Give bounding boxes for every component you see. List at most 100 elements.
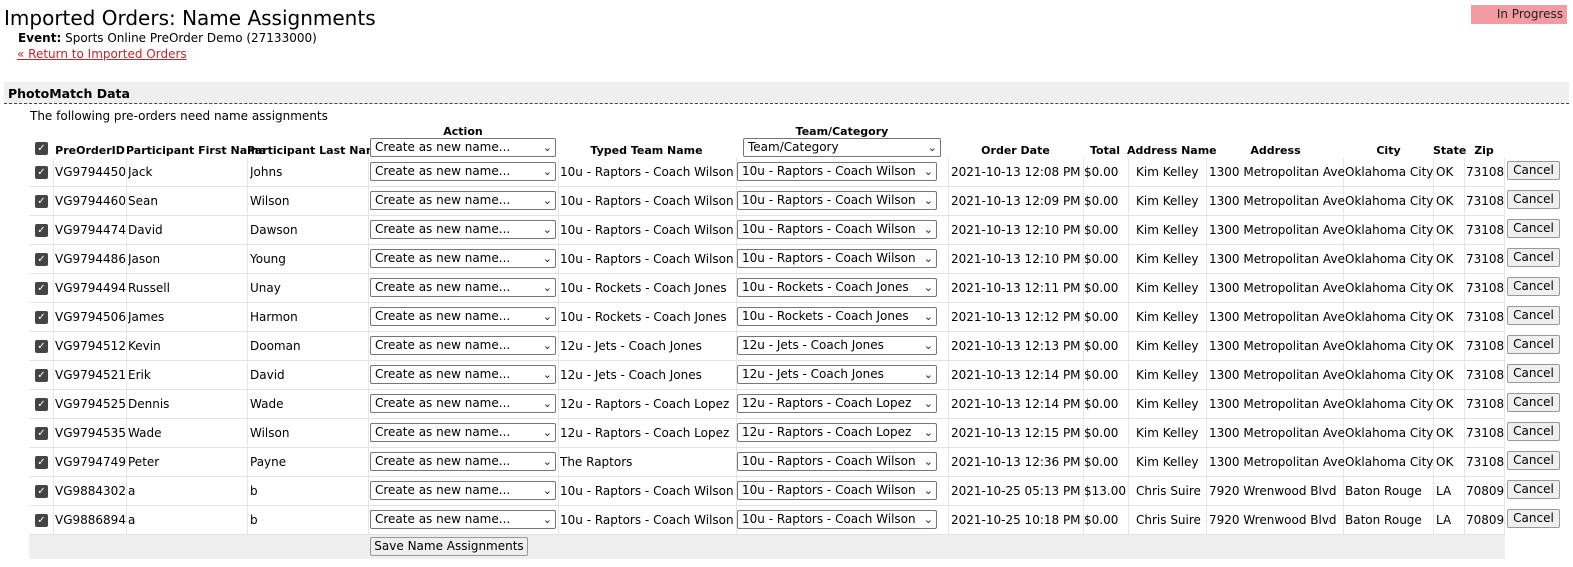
checkmark-icon: ✓ [37, 143, 46, 154]
typed-team-name: 10u - Raptors - Coach Wilson [560, 165, 734, 179]
action-select[interactable]: Create as new name... ⌄ [370, 162, 556, 181]
action-select-value: Create as new name... [375, 512, 511, 526]
action-select[interactable]: Create as new name... ⌄ [370, 307, 556, 326]
action-select-value: Create as new name... [375, 454, 511, 468]
row-checkbox[interactable]: ✓ [35, 427, 48, 440]
first-name: Russell [128, 281, 170, 295]
zip: 73108 [1466, 165, 1504, 179]
action-select[interactable]: Create as new name... ⌄ [370, 336, 556, 355]
action-select[interactable]: Create as new name... ⌄ [370, 481, 556, 500]
last-name: Johns [250, 165, 283, 179]
cancel-button[interactable]: Cancel [1507, 480, 1560, 499]
team-category-select[interactable]: 10u - Rockets - Coach Jones ⌄ [737, 278, 937, 297]
column-divider [558, 477, 559, 505]
table-row: ✓ VG9794494 Russell Unay 10u - Rockets - Coa… [29, 274, 1505, 303]
action-select[interactable]: Create as new name... ⌄ [370, 365, 556, 384]
cancel-button[interactable]: Cancel [1507, 422, 1560, 441]
action-select[interactable]: Create as new name... ⌄ [370, 249, 556, 268]
column-divider [1504, 390, 1505, 418]
city: Baton Rouge [1345, 484, 1422, 498]
team-category-select[interactable]: 12u - Raptors - Coach Lopez ⌄ [737, 394, 937, 413]
team-category-select[interactable]: 10u - Raptors - Coach Wilson ⌄ [737, 220, 937, 239]
checkmark-icon: ✓ [37, 457, 46, 468]
team-category-select[interactable]: 10u - Raptors - Coach Wilson ⌄ [737, 481, 937, 500]
column-divider [368, 216, 369, 244]
row-checkbox[interactable]: ✓ [35, 253, 48, 266]
return-to-imported-orders-link[interactable]: « Return to Imported Orders [17, 47, 187, 61]
team-category-select-value: 12u - Jets - Coach Jones [742, 338, 884, 352]
address-name: Kim Kelley [1136, 426, 1199, 440]
team-category-select[interactable]: 10u - Raptors - Coach Wilson ⌄ [737, 510, 937, 529]
row-checkbox[interactable]: ✓ [35, 311, 48, 324]
column-divider [948, 361, 949, 389]
row-checkbox[interactable]: ✓ [35, 456, 48, 469]
cancel-button[interactable]: Cancel [1507, 451, 1560, 470]
row-checkbox[interactable]: ✓ [35, 166, 48, 179]
cancel-button[interactable]: Cancel [1507, 190, 1560, 209]
column-divider [368, 303, 369, 331]
bulk-team-select[interactable]: Team/Category ⌄ [743, 138, 941, 157]
cancel-button[interactable]: Cancel [1507, 335, 1560, 354]
column-divider [1504, 448, 1505, 476]
team-category-select[interactable]: 12u - Raptors - Coach Lopez ⌄ [737, 423, 937, 442]
row-checkbox[interactable]: ✓ [35, 514, 48, 527]
team-category-select[interactable]: 10u - Raptors - Coach Wilson ⌄ [737, 249, 937, 268]
action-select[interactable]: Create as new name... ⌄ [370, 510, 556, 529]
team-category-select[interactable]: 10u - Raptors - Coach Wilson ⌄ [737, 452, 937, 471]
team-category-select-value: 10u - Raptors - Coach Wilson [742, 512, 916, 526]
team-category-select[interactable]: 12u - Jets - Coach Jones ⌄ [737, 365, 937, 384]
section-title: PhotoMatch Data [8, 86, 130, 101]
team-category-select[interactable]: 10u - Raptors - Coach Wilson ⌄ [737, 162, 937, 181]
cancel-button[interactable]: Cancel [1507, 161, 1560, 180]
row-checkbox[interactable]: ✓ [35, 282, 48, 295]
column-divider [558, 216, 559, 244]
save-name-assignments-button[interactable]: Save Name Assignments [370, 537, 528, 556]
column-divider [1128, 303, 1129, 331]
cancel-button[interactable]: Cancel [1507, 509, 1560, 528]
total: $0.00 [1084, 455, 1119, 469]
row-checkbox[interactable]: ✓ [35, 224, 48, 237]
team-category-select[interactable]: 10u - Rockets - Coach Jones ⌄ [737, 307, 937, 326]
zip: 73108 [1466, 194, 1504, 208]
checkmark-icon: ✓ [37, 283, 46, 294]
city: Oklahoma City [1345, 223, 1433, 237]
action-select[interactable]: Create as new name... ⌄ [370, 423, 556, 442]
preorder-id: VG9884302 [55, 484, 126, 498]
cancel-button[interactable]: Cancel [1507, 306, 1560, 325]
column-divider [1464, 448, 1465, 476]
action-select[interactable]: Create as new name... ⌄ [370, 191, 556, 210]
row-checkbox[interactable]: ✓ [35, 369, 48, 382]
cancel-button[interactable]: Cancel [1507, 393, 1560, 412]
team-category-select-value: 10u - Raptors - Coach Wilson [742, 251, 916, 265]
total: $13.00 [1084, 484, 1126, 498]
last-name: David [250, 368, 285, 382]
row-checkbox[interactable]: ✓ [35, 195, 48, 208]
event-info: Event: Sports Online PreOrder Demo (2713… [18, 31, 317, 45]
action-select[interactable]: Create as new name... ⌄ [370, 220, 556, 239]
action-select[interactable]: Create as new name... ⌄ [370, 394, 556, 413]
action-select[interactable]: Create as new name... ⌄ [370, 452, 556, 471]
address: 7920 Wrenwood Blvd [1209, 484, 1337, 498]
column-divider [1128, 332, 1129, 360]
column-divider [247, 158, 248, 186]
column-divider [558, 361, 559, 389]
team-category-select[interactable]: 10u - Raptors - Coach Wilson ⌄ [737, 191, 937, 210]
team-category-select[interactable]: 12u - Jets - Coach Jones ⌄ [737, 336, 937, 355]
address-name: Kim Kelley [1136, 339, 1199, 353]
row-checkbox[interactable]: ✓ [35, 485, 48, 498]
column-divider [1504, 274, 1505, 302]
cancel-button[interactable]: Cancel [1507, 248, 1560, 267]
cancel-button[interactable]: Cancel [1507, 277, 1560, 296]
row-checkbox[interactable]: ✓ [35, 398, 48, 411]
column-divider [1128, 187, 1129, 215]
column-divider [1128, 506, 1129, 534]
action-select[interactable]: Create as new name... ⌄ [370, 278, 556, 297]
header-order-date: Order Date [981, 144, 1050, 157]
bulk-action-select[interactable]: Create as new name... ⌄ [370, 138, 556, 157]
cancel-button[interactable]: Cancel [1507, 364, 1560, 383]
select-all-checkbox[interactable]: ✓ [35, 142, 48, 155]
row-checkbox[interactable]: ✓ [35, 340, 48, 353]
cancel-button[interactable]: Cancel [1507, 219, 1560, 238]
column-divider [1128, 216, 1129, 244]
zip: 73108 [1466, 223, 1504, 237]
